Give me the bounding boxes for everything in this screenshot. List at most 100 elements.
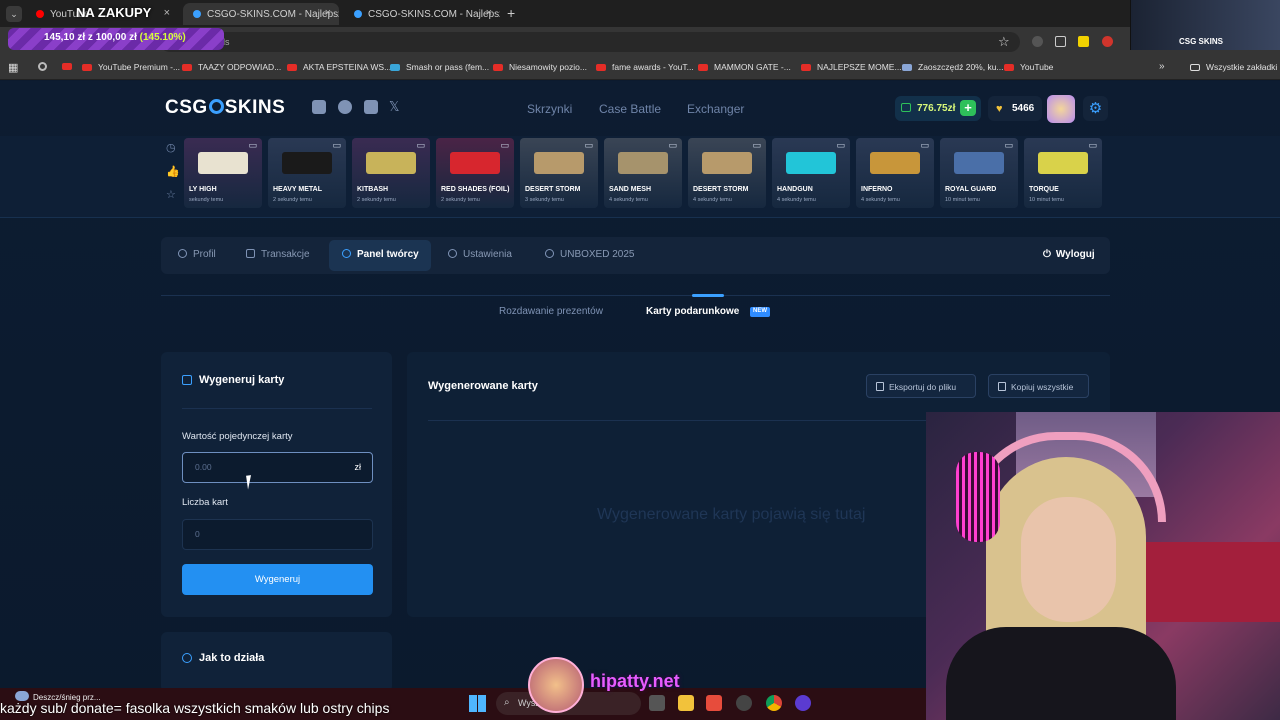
bookmark-item[interactable]: YouTube Premium -... xyxy=(82,62,180,72)
task-view-icon[interactable] xyxy=(649,695,665,711)
site-logo[interactable]: CSG SKINS xyxy=(165,97,285,119)
balance-badge[interactable]: 776.75zł + xyxy=(895,96,981,121)
card-value-label: Wartość pojedynczej karty xyxy=(182,431,293,442)
drop-item[interactable]: DESERT STORM 4 sekundy temu ▭ xyxy=(688,138,766,208)
info-icon xyxy=(182,653,192,663)
bookmark-item[interactable]: YouTube xyxy=(1004,62,1053,72)
active-subtab-indicator xyxy=(692,294,724,297)
card-count-input[interactable]: 0 xyxy=(182,519,373,550)
bookmark-item[interactable]: fame awards - YouT... xyxy=(596,62,694,72)
generate-button[interactable]: Wygeneruj xyxy=(182,564,373,595)
extension-icon[interactable] xyxy=(1078,36,1089,47)
bookmark-favicon-icon[interactable] xyxy=(38,62,47,71)
subtab-gift-cards[interactable]: Karty podarunkowe xyxy=(646,306,739,317)
tab-creator-panel[interactable]: Panel twórcy xyxy=(342,249,419,260)
avatar[interactable] xyxy=(1047,95,1075,123)
bookmark-star-icon[interactable]: ☆ xyxy=(998,34,1010,50)
export-button[interactable]: Eksportuj do pliku xyxy=(866,374,976,398)
bookmark-item[interactable]: Zaoszczędź 20%, ku... xyxy=(902,62,1004,72)
drop-item[interactable]: DESERT STORM 3 sekundy temu ▭ xyxy=(520,138,598,208)
favicon-icon xyxy=(390,63,400,71)
browser-tab-csgo[interactable]: CSGO-SKINS.COM - Najlepsze × xyxy=(344,3,500,25)
drop-item[interactable]: TORQUE 10 minut temu ▭ xyxy=(1024,138,1102,208)
close-icon[interactable]: × xyxy=(486,7,492,19)
heart-icon: ♥ xyxy=(996,103,1003,115)
drop-time: 4 sekundy temu xyxy=(693,197,732,203)
drop-item[interactable]: INFERNO 4 sekundy temu ▭ xyxy=(856,138,934,208)
drop-item[interactable]: LY HIGH sekundy temu ▭ xyxy=(184,138,262,208)
drop-time: 10 minut temu xyxy=(1029,197,1064,203)
card-value-input[interactable]: 0.00 zł xyxy=(182,452,373,483)
settings-gear-icon[interactable]: ⚙ xyxy=(1083,96,1108,121)
tab-settings[interactable]: Ustawienia xyxy=(448,249,512,260)
store-icon[interactable] xyxy=(706,695,722,711)
url-field[interactable]: ards xyxy=(160,32,1020,52)
case-icon: ▭ xyxy=(836,140,845,150)
thumbs-up-icon[interactable]: 👍 xyxy=(166,166,180,178)
tab-profile[interactable]: Profil xyxy=(178,249,216,260)
bookmark-item[interactable]: AKTA EPSTEINA WS... xyxy=(287,62,391,72)
mouse-cursor-icon xyxy=(246,474,258,490)
nav-case-battle[interactable]: Case Battle xyxy=(599,102,661,116)
drop-item[interactable]: SAND MESH 4 sekundy temu ▭ xyxy=(604,138,682,208)
overlay-logo-text: CSG SKINS xyxy=(1179,37,1224,46)
star-icon[interactable]: ☆ xyxy=(166,189,178,201)
user-icon xyxy=(178,249,187,258)
app-icon[interactable] xyxy=(736,695,752,711)
clock-icon[interactable]: ◷ xyxy=(166,142,178,154)
browser-tab-csgo-active[interactable]: CSGO-SKINS.COM - Najlepsze × xyxy=(183,3,339,25)
bookmark-item[interactable]: Niesamowity pozio... xyxy=(493,62,587,72)
add-funds-button[interactable]: + xyxy=(960,100,976,116)
youtube-icon[interactable] xyxy=(62,63,72,70)
extension-icon[interactable] xyxy=(1102,36,1113,47)
nav-exchanger[interactable]: Exchanger xyxy=(687,102,744,116)
copy-all-button[interactable]: Kopiuj wszystkie xyxy=(988,374,1089,398)
facebook-icon[interactable] xyxy=(338,100,352,114)
drop-name: HANDGUN xyxy=(777,186,813,193)
tab-unboxed[interactable]: UNBOXED 2025 xyxy=(545,249,634,260)
close-icon[interactable]: × xyxy=(164,7,170,19)
nav-cases[interactable]: Skrzynki xyxy=(527,102,572,116)
drop-item[interactable]: KITBASH 2 sekundy temu ▭ xyxy=(352,138,430,208)
x-twitter-icon[interactable]: 𝕏 xyxy=(389,99,399,115)
bookmark-label: YouTube xyxy=(1020,62,1054,72)
logout-label: Wyloguj xyxy=(1055,249,1095,260)
subtab-giveaways[interactable]: Rozdawanie prezentów xyxy=(499,306,603,317)
streamer-avatar xyxy=(528,657,584,713)
drop-item[interactable]: HEAVY METAL 2 sekundy temu ▭ xyxy=(268,138,346,208)
instagram-icon[interactable] xyxy=(364,100,378,114)
drop-item[interactable]: RED SHADES (FOIL) 2 sekundy temu ▭ xyxy=(436,138,514,208)
coins-badge[interactable]: ♥ 5466 xyxy=(988,96,1042,121)
logout-button[interactable]: ⏻ Wyloguj xyxy=(1043,249,1095,260)
drop-item[interactable]: ROYAL GUARD 10 minut temu ▭ xyxy=(940,138,1018,208)
weapon-skin-image xyxy=(702,152,752,174)
bookmark-item[interactable]: MAMMON GATE -... xyxy=(698,62,791,72)
tab-transactions[interactable]: Transakcje xyxy=(246,249,310,260)
copy-icon xyxy=(998,382,1006,391)
extension-icon[interactable] xyxy=(1055,36,1066,47)
new-tab-button[interactable]: + xyxy=(507,5,515,21)
app-icon[interactable] xyxy=(795,695,811,711)
logo-text-left: CSG xyxy=(165,97,208,118)
chrome-icon[interactable] xyxy=(766,695,782,711)
file-explorer-icon[interactable] xyxy=(678,695,694,711)
drop-name: HEAVY METAL xyxy=(273,186,323,193)
extension-icon[interactable] xyxy=(1032,36,1043,47)
tab-search-icon[interactable]: ⌄ xyxy=(6,6,22,22)
windows-start-icon[interactable] xyxy=(469,695,486,712)
bookmark-label: AKTA EPSTEINA WS... xyxy=(303,62,392,72)
apps-grid-icon[interactable]: ▦ xyxy=(8,61,18,74)
case-icon: ▭ xyxy=(920,140,929,150)
bookmark-item[interactable]: NAJLEPSZE MOME... xyxy=(801,62,902,72)
drop-item[interactable]: HANDGUN 4 sekundy temu ▭ xyxy=(772,138,850,208)
youtube-icon xyxy=(596,63,606,71)
history-icon xyxy=(545,249,554,258)
bookmark-item[interactable]: TAAZY ODPOWIAD... xyxy=(182,62,281,72)
close-icon[interactable]: × xyxy=(325,7,331,19)
power-icon: ⏻ xyxy=(1043,249,1051,260)
bookmark-item[interactable]: Smash or pass (fem... xyxy=(390,62,489,72)
all-bookmarks[interactable]: Wszystkie zakładki xyxy=(1190,62,1277,72)
discord-icon[interactable] xyxy=(312,100,326,114)
card-value-placeholder: 0.00 xyxy=(195,462,212,472)
chevron-right-icon[interactable]: » xyxy=(1159,61,1165,72)
